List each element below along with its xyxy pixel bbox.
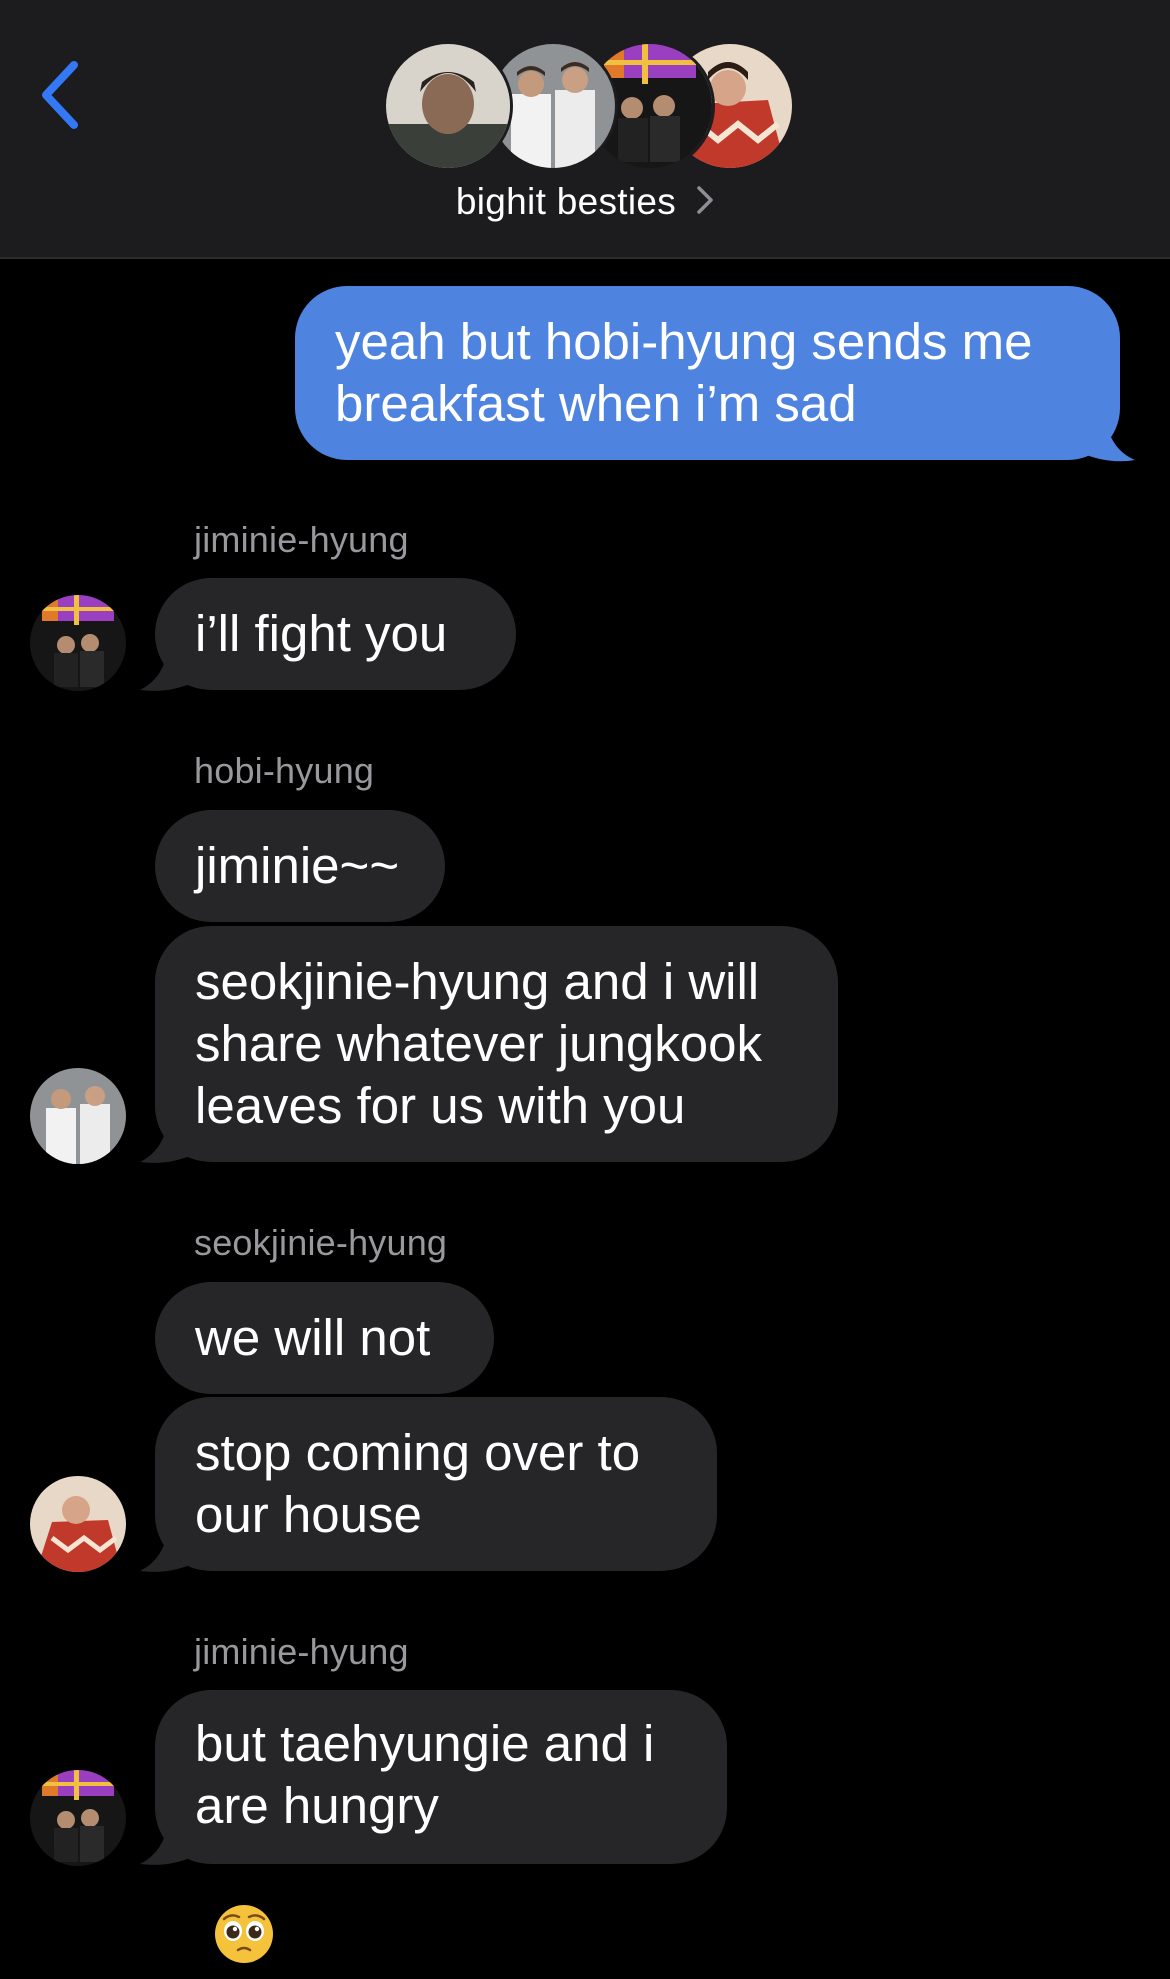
sender-avatar[interactable]	[30, 1770, 126, 1866]
message-text-content: but taehyungie and i are hungry	[195, 1715, 655, 1835]
message-text: seokjinie-hyung and i will share whateve…	[195, 953, 763, 1134]
group-title: bighit besties	[455, 181, 677, 222]
group-avatars[interactable]	[383, 41, 795, 171]
message-text: jiminie~~	[195, 837, 400, 894]
message-text: yeah but hobi-hyung sends me breakfast w…	[335, 313, 1033, 432]
incoming-message-bubble[interactable]: i’ll fight you	[155, 578, 516, 690]
chat-header: bighit besties	[0, 0, 1170, 259]
sender-avatar[interactable]	[30, 1476, 126, 1572]
group-name-button[interactable]: bighit besties	[0, 172, 1170, 232]
incoming-message-bubble[interactable]: jiminie~~	[155, 810, 445, 922]
outgoing-message-bubble[interactable]: yeah but hobi-hyung sends me breakfast w…	[295, 286, 1120, 460]
chevron-left-icon	[42, 61, 78, 129]
pleading-face-emoji	[213, 1841, 275, 1963]
group-avatar-1	[383, 41, 513, 171]
incoming-message-bubble[interactable]: we will not	[155, 1282, 494, 1394]
incoming-message-bubble[interactable]: but taehyungie and i are hungry	[155, 1690, 727, 1963]
chevron-right-icon	[696, 185, 714, 220]
message-text: i’ll fight you	[195, 605, 448, 662]
incoming-message-bubble[interactable]: seokjinie-hyung and i will share whateve…	[155, 926, 838, 1162]
message-text: we will not	[195, 1309, 431, 1366]
message-text: but taehyungie and i are hungry	[195, 1651, 655, 1963]
back-button[interactable]	[30, 50, 90, 140]
sender-avatar[interactable]	[30, 595, 126, 691]
sender-name: seokjinie-hyung	[194, 1222, 448, 1263]
message-text: stop coming over to our house	[195, 1424, 641, 1543]
sender-name: hobi-hyung	[194, 750, 375, 791]
sender-avatar[interactable]	[30, 1068, 126, 1164]
incoming-message-bubble[interactable]: stop coming over to our house	[155, 1397, 717, 1571]
sender-name: jiminie-hyung	[194, 519, 409, 560]
